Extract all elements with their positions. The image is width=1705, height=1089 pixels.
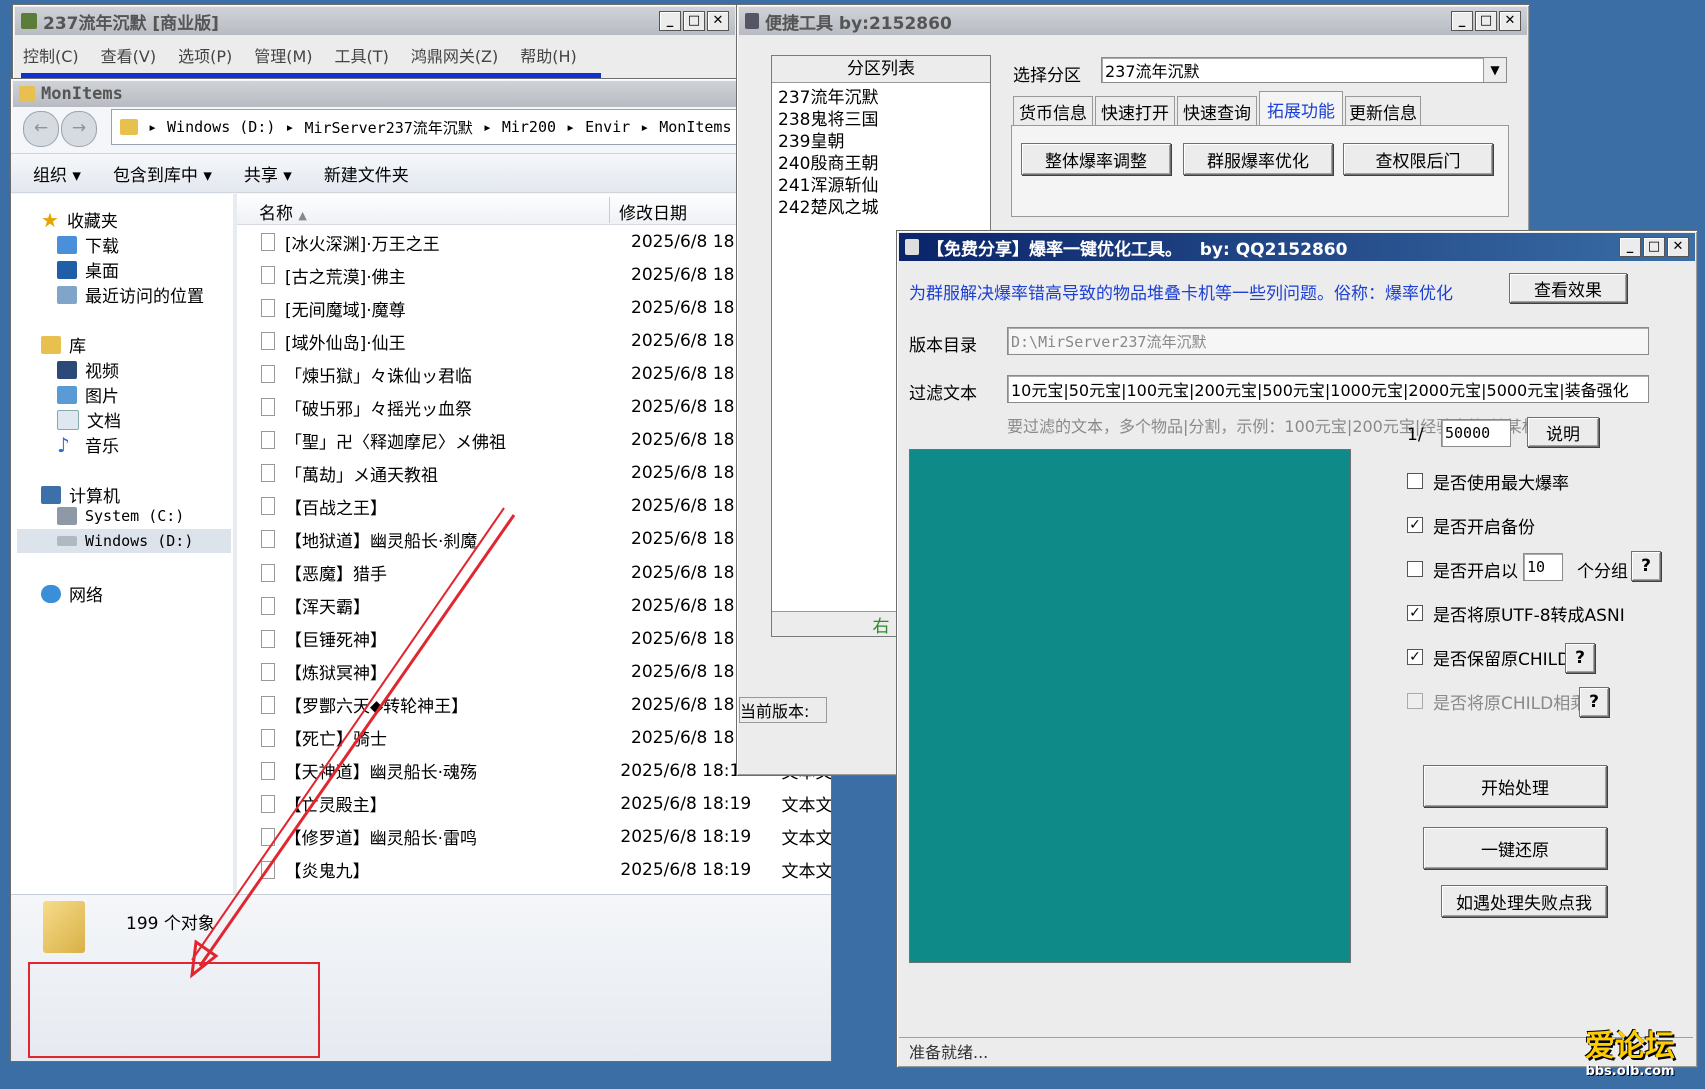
watermark-url: bbs.olb.com xyxy=(1585,1064,1675,1079)
annotation-box xyxy=(28,962,320,1058)
forum-watermark: 爱论坛 bbs.olb.com xyxy=(1560,1030,1700,1086)
annotation-arrow xyxy=(190,507,516,979)
watermark-logo: 爱论坛 xyxy=(1585,1029,1675,1064)
